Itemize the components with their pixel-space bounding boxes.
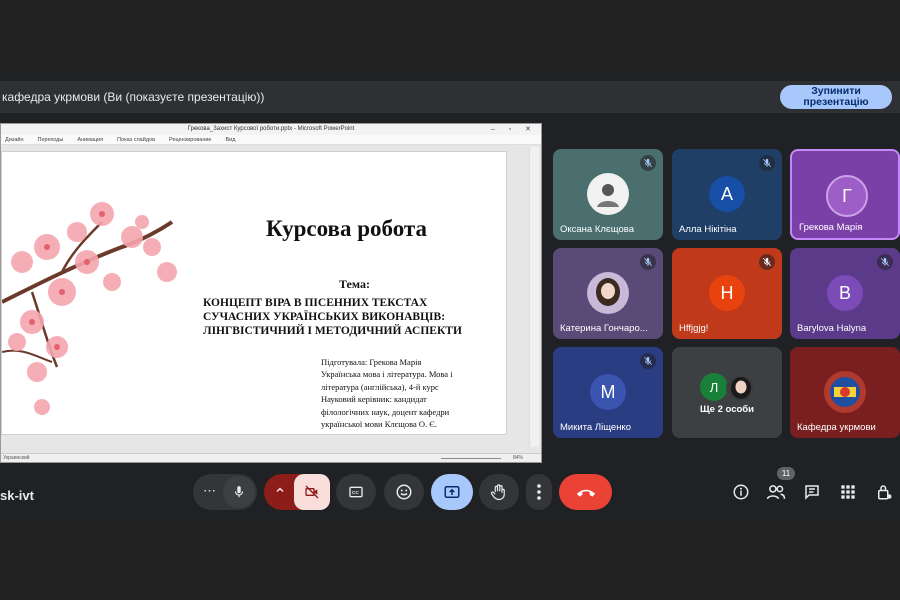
participant-tile-speaking[interactable]: Г Грекова Марія <box>790 149 900 240</box>
present-icon <box>444 486 460 498</box>
zoom-slider[interactable] <box>441 458 501 459</box>
bottom-letterbox <box>0 521 900 600</box>
avatar: Н <box>709 275 745 311</box>
captions-icon: CC <box>349 486 363 498</box>
avatar: М <box>590 374 626 410</box>
mic-off-icon <box>640 254 656 270</box>
ribbon-tab: Вид <box>225 136 236 143</box>
window-title: Грекова_Захист Курсової роботи.pptx - Mi… <box>187 126 355 132</box>
participant-name: Кафедра укрмови <box>797 422 876 433</box>
activities-icon <box>841 485 855 499</box>
participant-name: Микита Ліщенко <box>560 422 631 433</box>
status-bar: Украинский 84% <box>1 453 541 462</box>
svg-text:CC: CC <box>352 490 359 495</box>
participant-name: Hffjgjg! <box>679 323 709 334</box>
mic-off-icon <box>640 155 656 171</box>
avatar <box>587 272 629 314</box>
emoji-button[interactable] <box>384 474 424 510</box>
people-count-badge: 11 <box>777 467 795 480</box>
mic-off-icon <box>759 254 775 270</box>
slide-topic: КОНЦЕПТ ВІРА В ПІСЕННИХ ТЕКСТАХ СУЧАСНИХ… <box>203 297 462 337</box>
host-controls-button[interactable] <box>874 482 894 502</box>
people-button[interactable] <box>766 482 786 502</box>
participant-tile[interactable]: Катерина Гончаро... <box>553 248 663 339</box>
department-logo-icon <box>824 371 866 413</box>
meeting-info-button[interactable] <box>731 482 751 502</box>
avatar <box>587 173 629 215</box>
avatar: А <box>709 176 745 212</box>
mic-off-icon <box>759 155 775 171</box>
people-icon <box>766 485 786 500</box>
meeting-code: sk-ivt <box>0 488 34 503</box>
emoji-icon <box>396 484 412 500</box>
meet-window: кафедра укрмови (Ви (показуєте презентац… <box>0 73 900 521</box>
avatar: Л <box>700 373 728 401</box>
raise-hand-button[interactable] <box>479 474 519 510</box>
participant-name: Катерина Гончаро... <box>560 323 648 334</box>
participant-tile[interactable]: Н Hffjgjg! <box>672 248 782 339</box>
chevron-up-icon[interactable] <box>274 484 286 496</box>
ribbon-tabs: Дизайн Переходы Анимация Показ слайдов Р… <box>1 135 541 145</box>
ribbon-tab: Рецензирование <box>169 136 212 143</box>
participant-name: Алла Нікітіна <box>679 224 737 235</box>
ribbon-tab: Переходы <box>37 136 64 143</box>
camera-group <box>264 474 330 510</box>
camera-toggle-button[interactable] <box>294 474 330 510</box>
host-controls-icon <box>878 485 892 500</box>
camera-off-icon <box>305 485 319 499</box>
top-letterbox <box>0 0 900 73</box>
avatar: В <box>827 275 863 311</box>
participant-tile[interactable]: М Микита Ліщенко <box>553 347 663 438</box>
window-controls: – ▫ ✕ <box>490 126 537 133</box>
status-language: Украинский <box>3 455 30 461</box>
ribbon-tab: Показ слайдов <box>117 136 156 143</box>
more-vert-icon <box>537 484 541 500</box>
window-title-bar: Грекова_Захист Курсової роботи.pptx - Mi… <box>1 124 541 135</box>
end-call-icon <box>576 489 595 497</box>
participant-name: Грекова Марія <box>799 222 863 233</box>
mic-off-icon <box>877 254 893 270</box>
participant-tile[interactable]: В Barylova Halyna <box>790 248 900 339</box>
participant-name: Оксана Клєщова <box>560 224 634 235</box>
avatar-photo <box>726 373 756 403</box>
mic-off-icon <box>640 353 656 369</box>
ribbon-tab: Анимация <box>77 136 104 143</box>
avatar: Г <box>826 175 868 217</box>
mic-icon <box>234 486 244 498</box>
participant-tile[interactable]: Кафедра укрмови <box>790 347 900 438</box>
activities-button[interactable] <box>838 482 858 502</box>
raise-hand-icon <box>490 484 505 501</box>
present-button[interactable] <box>431 474 473 510</box>
slide: Курсова робота Тема: КОНЦЕПТ ВІРА В ПІСЕ… <box>1 151 507 435</box>
captions-button[interactable]: CC <box>336 474 376 510</box>
mic-button[interactable] <box>223 476 255 508</box>
stop-presenting-button[interactable]: Зупинити презентацію <box>780 85 892 109</box>
slide-title: Курсова робота <box>266 216 427 241</box>
more-options-and-mic-group: ⋯ <box>193 474 257 510</box>
ribbon-tab: Дизайн <box>5 136 24 143</box>
cherry-blossom-illustration <box>2 202 177 415</box>
presenting-banner-text: кафедра укрмови (Ви (показуєте презентац… <box>2 90 265 104</box>
participant-tile[interactable]: Оксана Клєщова <box>553 149 663 240</box>
presenting-banner: кафедра укрмови (Ви (показуєте презентац… <box>0 81 900 113</box>
more-vert-button[interactable] <box>526 474 552 510</box>
slide-author-info: Підготувала: Грекова Марія Українська мо… <box>321 357 453 430</box>
info-icon <box>733 484 749 500</box>
vertical-scrollbar[interactable] <box>529 147 539 447</box>
participant-tile[interactable]: А Алла Нікітіна <box>672 149 782 240</box>
more-participants-label: Ще 2 особи <box>700 404 754 415</box>
more-options-icon[interactable]: ⋯ <box>203 483 216 499</box>
slide-theme-label: Тема: <box>339 277 370 291</box>
end-call-button[interactable] <box>559 474 612 510</box>
participant-name: Barylova Halyna <box>797 323 867 334</box>
slide-workspace: Курсова робота Тема: КОНЦЕПТ ВІРА В ПІСЕ… <box>1 145 541 454</box>
chat-icon <box>805 485 819 500</box>
stacked-avatars: Л <box>698 373 758 403</box>
more-participants-tile[interactable]: Л Ще 2 особи <box>672 347 782 438</box>
chat-button[interactable] <box>802 482 822 502</box>
shared-screen: Грекова_Захист Курсової роботи.pptx - Mi… <box>0 123 542 463</box>
zoom-level: 84% <box>512 455 523 461</box>
